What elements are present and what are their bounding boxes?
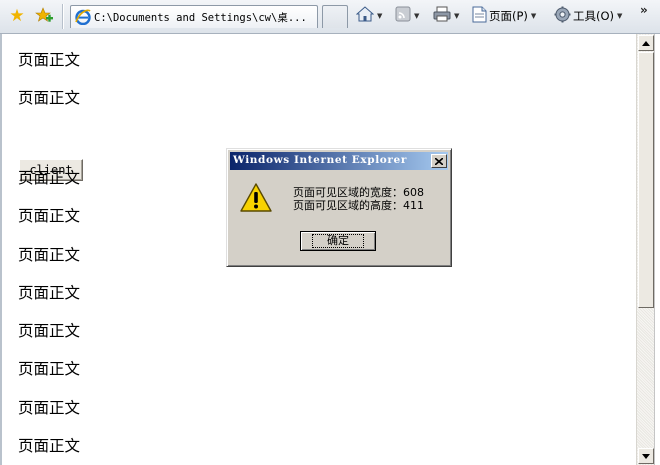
add-favorites-icon[interactable] <box>34 6 54 26</box>
browser-toolbar: ★ C:\Documents and Settings\cw\桌... ▼ ▼ … <box>0 0 660 34</box>
tab-current-page[interactable]: C:\Documents and Settings\cw\桌... <box>70 5 318 28</box>
paragraph-text: 页面正文 <box>18 437 81 455</box>
warning-icon <box>239 182 273 214</box>
page-menu-label: 页面(P) <box>489 9 528 23</box>
tools-menu-dropdown-icon[interactable]: ▼ <box>617 12 622 20</box>
dialog-titlebar[interactable]: Windows Internet Explorer <box>230 152 448 170</box>
print-icon <box>433 6 451 26</box>
tools-menu-button[interactable]: 工具(O) ▼ <box>554 6 622 26</box>
scroll-down-button[interactable] <box>638 448 654 464</box>
paragraph-text: 页面正文 <box>18 399 81 417</box>
home-button[interactable]: ▼ <box>355 5 382 27</box>
paragraph-text: 页面正文 <box>18 89 81 107</box>
paragraph-text: 页面正文 <box>18 360 81 378</box>
browser-window: ★ C:\Documents and Settings\cw\桌... ▼ ▼ … <box>0 0 660 465</box>
toolbar-separator <box>62 4 63 29</box>
chevron-more-icon[interactable]: » <box>640 3 648 17</box>
paragraph-text: 页面正文 <box>18 246 81 264</box>
ok-button-label: 确定 <box>312 234 364 248</box>
vertical-scrollbar[interactable] <box>636 34 655 465</box>
paragraph-text: 页面正文 <box>18 322 81 340</box>
print-dropdown-icon[interactable]: ▼ <box>454 12 459 20</box>
alert-dialog: Windows Internet Explorer 页面可见区域的宽度：608 … <box>226 148 452 267</box>
paragraph-text: 页面正文 <box>18 51 81 69</box>
close-icon <box>435 157 443 165</box>
arrow-up-icon <box>642 40 650 46</box>
page-icon <box>472 6 487 27</box>
favorites-star-icon[interactable]: ★ <box>8 7 26 25</box>
scroll-up-button[interactable] <box>638 35 654 51</box>
home-icon <box>355 5 375 27</box>
paragraph-text: 页面正文 <box>18 284 81 302</box>
feeds-button[interactable]: ▼ <box>395 6 419 26</box>
scrollbar-thumb[interactable] <box>638 52 654 308</box>
home-dropdown-icon[interactable]: ▼ <box>377 12 382 20</box>
dialog-message-height: 页面可见区域的高度：411 <box>293 199 424 212</box>
tools-gear-icon <box>554 6 571 27</box>
page-menu-dropdown-icon[interactable]: ▼ <box>531 12 536 20</box>
window-right-edge <box>654 34 660 465</box>
dialog-title: Windows Internet Explorer <box>233 154 407 166</box>
ie-page-icon <box>75 9 91 26</box>
arrow-down-icon <box>642 453 650 459</box>
tab-title: C:\Documents and Settings\cw\桌... <box>94 11 307 24</box>
dialog-close-button[interactable] <box>431 154 447 168</box>
paragraph-text: 页面正文 <box>18 207 81 225</box>
feeds-icon <box>395 6 411 26</box>
page-menu-button[interactable]: 页面(P) ▼ <box>472 6 536 26</box>
new-tab-button[interactable] <box>322 5 348 28</box>
print-button[interactable]: ▼ <box>433 6 459 26</box>
tools-menu-label: 工具(O) <box>573 9 615 23</box>
paragraph-text: 页面正文 <box>18 169 81 187</box>
ok-button[interactable]: 确定 <box>300 231 376 251</box>
feeds-dropdown-icon[interactable]: ▼ <box>414 12 419 20</box>
